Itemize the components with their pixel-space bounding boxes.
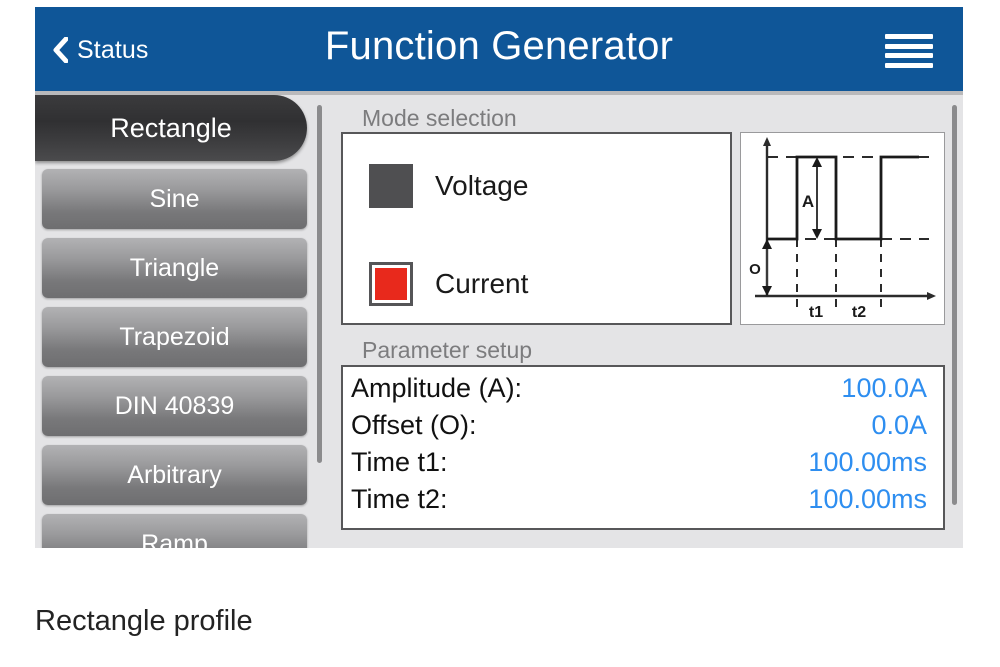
menu-bar-3	[885, 53, 933, 59]
mode-option-current[interactable]: Current	[369, 262, 528, 306]
content-column: Mode selection Voltage Current A O t1 t2…	[332, 95, 963, 548]
title-bar: Status Function Generator	[35, 7, 963, 91]
parameter-name: Amplitude (A):	[351, 373, 523, 403]
parameter-value: 100.00ms	[808, 484, 927, 514]
parameter-setup-section: Parameter setup	[332, 327, 963, 368]
offset-annotation: O	[749, 261, 761, 278]
waveform-item-label: Sine	[149, 184, 200, 213]
waveform-diagram: A O t1 t2	[740, 132, 945, 325]
parameter-row-offset[interactable]: Offset (O): 0.0A	[351, 410, 927, 447]
parameter-setup-panel: Amplitude (A): 100.0A Offset (O): 0.0A T…	[341, 365, 945, 530]
menu-bar-4	[885, 62, 933, 68]
parameter-name: Offset (O):	[351, 410, 477, 440]
screen-body: Rectangle Sine Triangle Trapezoid DIN 40…	[35, 95, 963, 548]
waveform-list-scrollbar[interactable]	[317, 105, 322, 463]
parameter-value: 100.00ms	[808, 447, 927, 477]
parameter-name: Time t2:	[351, 484, 448, 514]
menu-bar-1	[885, 34, 933, 39]
waveform-item-ramp[interactable]: Ramp	[42, 514, 307, 548]
waveform-item-label: Ramp	[141, 529, 208, 549]
waveform-item-rectangle[interactable]: Rectangle	[35, 95, 307, 161]
figure-caption: Rectangle profile	[35, 605, 253, 637]
parameter-name: Time t1:	[351, 447, 448, 477]
waveform-item-label: Triangle	[129, 253, 220, 282]
parameter-value: 0.0A	[871, 410, 927, 440]
waveform-item-arbitrary[interactable]: Arbitrary	[42, 445, 307, 505]
parameter-row-amplitude[interactable]: Amplitude (A): 100.0A	[351, 373, 927, 410]
mode-option-label: Current	[435, 268, 529, 299]
amplitude-annotation: A	[802, 192, 814, 211]
waveform-item-trapezoid[interactable]: Trapezoid	[42, 307, 307, 367]
voltage-color-swatch	[369, 164, 413, 208]
waveform-list: Rectangle Sine Triangle Trapezoid DIN 40…	[35, 95, 325, 548]
mode-selection-panel: Voltage Current	[341, 132, 732, 325]
rectangle-waveform-svg: A O t1 t2	[749, 137, 936, 321]
waveform-item-label: DIN 40839	[114, 391, 235, 420]
mode-option-label: Voltage	[435, 170, 529, 201]
hamburger-menu-icon[interactable]	[885, 34, 933, 68]
parameter-value: 100.0A	[841, 373, 927, 403]
menu-bar-2	[885, 43, 933, 49]
device-screen: Status Function Generator Rectangle Sine…	[35, 7, 963, 548]
page-title: Function Generator	[324, 24, 674, 68]
waveform-item-label: Rectangle	[110, 112, 232, 143]
mode-selection-label: Mode selection	[362, 105, 517, 131]
parameter-row-time-t2[interactable]: Time t2: 100.00ms	[351, 484, 927, 521]
parameter-setup-label: Parameter setup	[362, 337, 533, 363]
waveform-item-sine[interactable]: Sine	[42, 169, 307, 229]
waveform-item-triangle[interactable]: Triangle	[42, 238, 307, 298]
current-color-swatch	[369, 262, 413, 306]
waveform-item-din-40839[interactable]: DIN 40839	[42, 376, 307, 436]
mode-selection-section: Mode selection	[332, 95, 963, 136]
waveform-item-label: Trapezoid	[119, 322, 230, 351]
time1-annotation: t1	[809, 304, 823, 321]
time2-annotation: t2	[852, 304, 866, 321]
content-scrollbar[interactable]	[952, 105, 957, 505]
mode-option-voltage[interactable]: Voltage	[369, 164, 528, 208]
waveform-item-label: Arbitrary	[127, 460, 222, 489]
parameter-row-time-t1[interactable]: Time t1: 100.00ms	[351, 447, 927, 484]
